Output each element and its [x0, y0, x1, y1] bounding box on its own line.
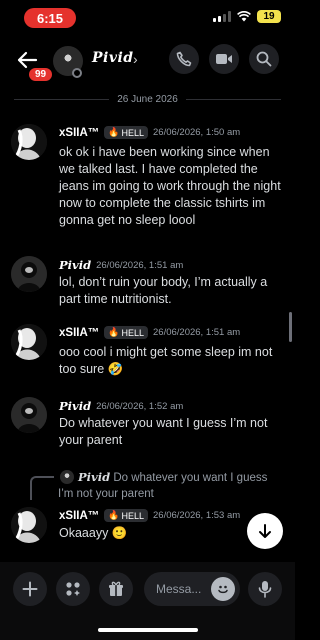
fire-icon: 🔥: [108, 327, 120, 337]
role-tag-label: HELL: [121, 127, 144, 138]
message-username[interactable]: xSIIA™: [59, 127, 99, 139]
message-timestamp: 26/06/2026, 1:53 am: [153, 510, 241, 521]
role-tag-label: HELL: [121, 510, 144, 521]
search-button[interactable]: [249, 44, 279, 74]
role-tag-label: HELL: [121, 327, 144, 338]
avatar-image: [11, 256, 47, 292]
voice-message-button[interactable]: [248, 572, 282, 606]
unread-badge: 99: [27, 66, 55, 83]
reply-username: Pivid: [78, 470, 111, 484]
arrow-down-icon: [259, 524, 271, 538]
message-username[interactable]: Pivid: [59, 258, 91, 272]
gift-icon: [109, 581, 123, 596]
video-camera-icon: [216, 54, 232, 64]
date-divider-label: 26 June 2026: [117, 94, 178, 105]
role-tag: 🔥 HELL: [104, 126, 148, 139]
scrollbar-thumb[interactable]: [289, 312, 292, 342]
fire-icon: 🔥: [108, 510, 120, 520]
message-username[interactable]: xSIIA™: [59, 510, 99, 522]
avatar-image: [11, 124, 47, 160]
header-username[interactable]: Pivid: [92, 50, 134, 66]
message-timestamp: 26/06/2026, 1:51 am: [153, 327, 241, 338]
reply-connector: [30, 476, 54, 500]
microphone-icon: [258, 581, 272, 598]
jump-to-latest-button[interactable]: [247, 513, 283, 549]
user-avatar[interactable]: [11, 124, 47, 160]
message-meta: xSIIA™ 🔥 HELL 26/06/2026, 1:51 am: [59, 326, 240, 339]
message-meta: Pivid 26/06/2026, 1:52 am: [59, 399, 183, 413]
apps-icon: [66, 582, 80, 596]
chat-header: 99 Pivid ›: [0, 40, 295, 84]
user-avatar[interactable]: [11, 507, 47, 543]
message-timestamp: 26/06/2026, 1:51 am: [96, 259, 184, 271]
date-divider: 26 June 2026: [14, 94, 281, 105]
message-username[interactable]: xSIIA™: [59, 327, 99, 339]
phone-icon: [176, 51, 192, 67]
plus-icon: [22, 581, 38, 597]
video-call-button[interactable]: [209, 44, 239, 74]
message-meta: xSIIA™ 🔥 HELL 26/06/2026, 1:53 am: [59, 509, 240, 522]
message-text: ok ok i have been working since when we …: [59, 145, 281, 227]
emoji-icon: [218, 585, 228, 594]
message-text: Do whatever you want I guess I’m not you…: [59, 416, 268, 447]
home-indicator: [98, 628, 198, 632]
user-avatar[interactable]: [11, 256, 47, 292]
role-tag: 🔥 HELL: [104, 509, 148, 522]
message-timestamp: 26/06/2026, 1:52 am: [96, 400, 184, 412]
add-attachment-button[interactable]: [13, 572, 47, 606]
user-avatar[interactable]: [11, 397, 47, 433]
message-meta: Pivid 26/06/2026, 1:51 am: [59, 258, 183, 272]
system-icons: 19: [213, 10, 281, 23]
status-time: 6:15: [24, 8, 76, 28]
apps-button[interactable]: [56, 572, 90, 606]
divider-line: [185, 99, 281, 100]
role-tag: 🔥 HELL: [104, 326, 148, 339]
voice-call-button[interactable]: [169, 44, 199, 74]
offline-status-dot: [72, 68, 82, 78]
reply-preview-text: Pivid Do whatever you want I guess I’m n…: [58, 469, 283, 502]
avatar-image: [11, 324, 47, 360]
status-bar: 6:15 19: [0, 0, 295, 36]
gift-button[interactable]: [99, 572, 133, 606]
search-icon: [256, 51, 272, 67]
composer-bar: [0, 562, 295, 640]
message-username[interactable]: Pivid: [59, 399, 91, 413]
avatar-image: [11, 507, 47, 543]
divider-line: [14, 99, 110, 100]
avatar-image: [11, 397, 47, 433]
chevron-right-icon[interactable]: ›: [133, 51, 138, 67]
message-timestamp: 26/06/2026, 1:50 am: [153, 127, 241, 138]
cellular-signal-icon: [213, 11, 231, 22]
message-text: lol, don’t ruin your body, I’m actually …: [59, 275, 268, 306]
user-avatar[interactable]: [11, 324, 47, 360]
message-text: ooo cool i might get some sleep im not t…: [59, 345, 273, 376]
emoji-button[interactable]: [211, 577, 235, 601]
message-meta: xSIIA™ 🔥 HELL 26/06/2026, 1:50 am: [59, 126, 240, 139]
wifi-icon: [237, 11, 251, 22]
fire-icon: 🔥: [108, 127, 120, 137]
battery-indicator: 19: [257, 10, 281, 23]
